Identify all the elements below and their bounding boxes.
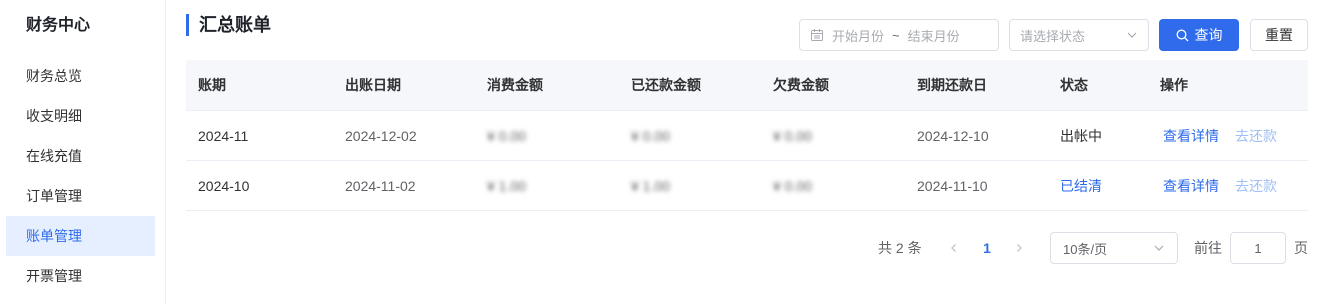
cell-bill-date: 2024-12-02 [345,127,417,144]
cell-due-date: 2024-11-10 [917,177,988,194]
search-button-label: 查询 [1194,27,1223,43]
sidebar-item-recharge[interactable]: 在线充值 [6,136,155,176]
page-number-current[interactable]: 1 [980,238,994,258]
start-month-placeholder[interactable]: 开始月份 [832,26,884,45]
view-details-link[interactable]: 查看详情 [1163,126,1219,146]
cell-period: 2024-10 [198,177,250,194]
next-page-button[interactable] [1011,238,1027,258]
reset-button[interactable]: 重置 [1250,19,1308,51]
cell-consumption: ¥ 0.00 [487,127,526,144]
cell-arrears: ¥ 0.00 [773,127,812,144]
prev-page-button[interactable] [946,238,962,258]
sidebar-item-transactions[interactable]: 收支明细 [6,96,155,136]
sidebar-item-overview[interactable]: 财务总览 [6,56,155,96]
page-title: 汇总账单 [186,14,271,36]
actions-cell: 查看详情 去还款 [1163,161,1277,210]
column-header-bill-date: 出账日期 [345,77,401,93]
cell-due-date: 2024-12-10 [917,127,989,144]
chevron-down-icon [1154,245,1164,251]
bills-table: 账期 出账日期 消费金额 已还款金额 欠费金额 到期还款日 状态 操作 2024… [186,60,1308,211]
table-row: 2024-10 2024-11-02 ¥ 1.00 ¥ 1.00 ¥ 0.00 … [186,161,1308,211]
chevron-down-icon [1127,32,1137,38]
status-badge: 已结清 [1060,177,1102,194]
pagination-total: 共 2 条 [878,240,922,256]
range-separator: ~ [892,27,900,43]
column-header-period: 账期 [198,77,226,93]
page-size-value: 10条/页 [1063,241,1108,257]
cell-period: 2024-11 [198,127,249,144]
column-header-due-date: 到期还款日 [917,77,987,93]
sidebar-menu: 财务总览 收支明细 在线充值 订单管理 账单管理 开票管理 [6,56,155,296]
column-header-actions: 操作 [1160,77,1188,93]
column-header-arrears: 欠费金额 [773,77,829,93]
cell-bill-date: 2024-11-02 [345,177,416,194]
column-header-status: 状态 [1060,77,1088,93]
repay-link[interactable]: 去还款 [1235,126,1277,146]
cell-consumption: ¥ 1.00 [487,177,526,194]
search-button[interactable]: 查询 [1159,19,1239,51]
sidebar: 财务中心 财务总览 收支明细 在线充值 订单管理 账单管理 开票管理 [0,0,166,304]
column-header-consumption: 消费金额 [487,77,543,93]
status-select-placeholder: 请选择状态 [1020,28,1086,44]
cell-arrears: ¥ 0.00 [773,177,812,194]
calendar-icon [811,29,823,41]
end-month-placeholder[interactable]: 结束月份 [908,26,960,45]
page-size-select[interactable]: 10条/页 [1050,232,1178,264]
sidebar-item-invoices[interactable]: 开票管理 [6,256,155,296]
cell-repaid: ¥ 0.00 [631,127,670,144]
actions-cell: 查看详情 去还款 [1163,111,1277,160]
search-icon [1176,29,1188,41]
goto-label: 前往 [1194,240,1222,256]
month-range-picker[interactable]: 开始月份 ~ 结束月份 [799,19,999,51]
cell-repaid: ¥ 1.00 [631,177,670,194]
sidebar-item-orders[interactable]: 订单管理 [6,176,155,216]
repay-link[interactable]: 去还款 [1235,176,1277,196]
table-header: 账期 出账日期 消费金额 已还款金额 欠费金额 到期还款日 状态 操作 [186,60,1308,111]
sidebar-item-bills[interactable]: 账单管理 [6,216,155,256]
chevron-left-icon [951,244,956,252]
column-header-repaid: 已还款金额 [631,77,701,93]
status-badge: 出帐中 [1060,127,1102,144]
goto-page-input[interactable] [1230,232,1286,264]
status-select[interactable]: 请选择状态 [1009,19,1149,51]
chevron-right-icon [1017,244,1022,252]
view-details-link[interactable]: 查看详情 [1163,176,1219,196]
goto-page-unit: 页 [1294,240,1308,256]
sidebar-title: 财务中心 [26,17,91,34]
table-row: 2024-11 2024-12-02 ¥ 0.00 ¥ 0.00 ¥ 0.00 … [186,111,1308,161]
